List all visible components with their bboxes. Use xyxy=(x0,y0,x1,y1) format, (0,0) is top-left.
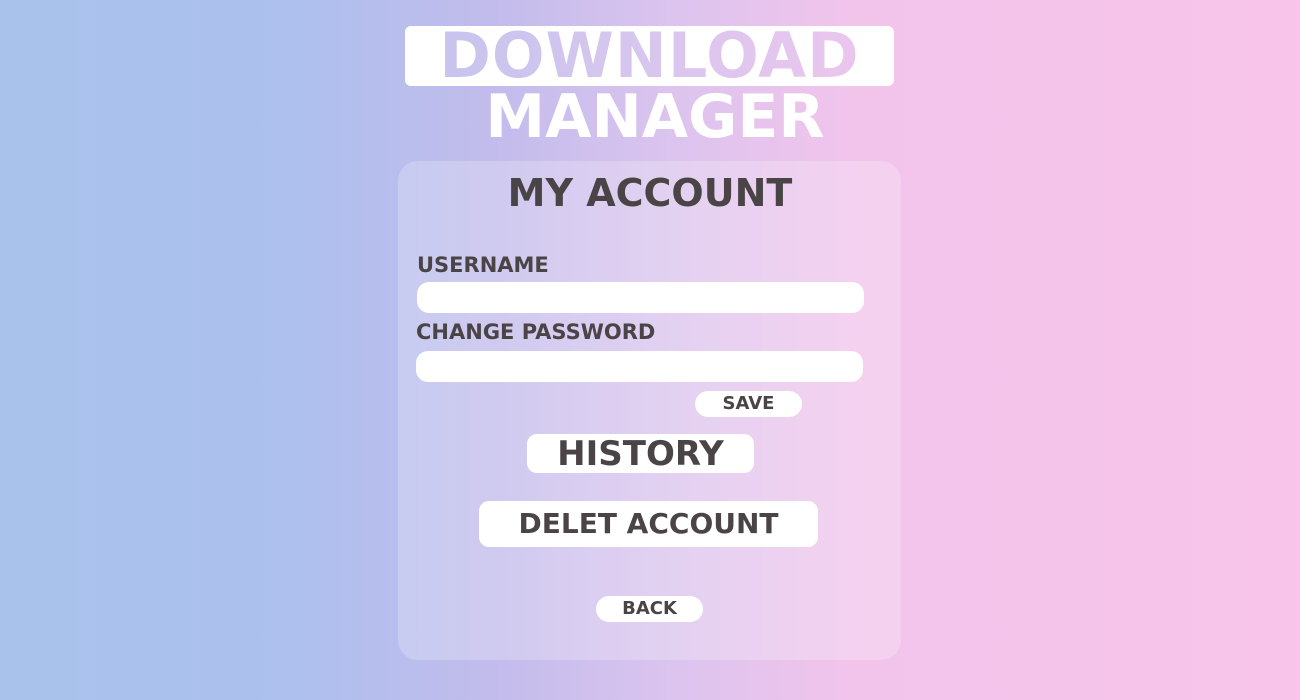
back-button[interactable]: BACK xyxy=(596,596,703,622)
logo-download-banner: DOWNLOAD xyxy=(405,25,894,87)
save-button[interactable]: SAVE xyxy=(695,391,802,417)
logo-title-line1: DOWNLOAD xyxy=(405,25,894,87)
page-title: MY ACCOUNT xyxy=(507,171,793,215)
history-button[interactable]: HISTORY xyxy=(527,434,754,474)
username-label: USERNAME xyxy=(417,253,549,277)
change-password-label: CHANGE PASSWORD xyxy=(416,320,656,344)
change-password-input[interactable] xyxy=(416,351,863,382)
logo-title-line2: MANAGER xyxy=(485,82,825,152)
delete-account-button[interactable]: DELET ACCOUNT xyxy=(479,501,818,547)
username-input[interactable] xyxy=(417,282,864,313)
account-panel xyxy=(398,161,901,660)
